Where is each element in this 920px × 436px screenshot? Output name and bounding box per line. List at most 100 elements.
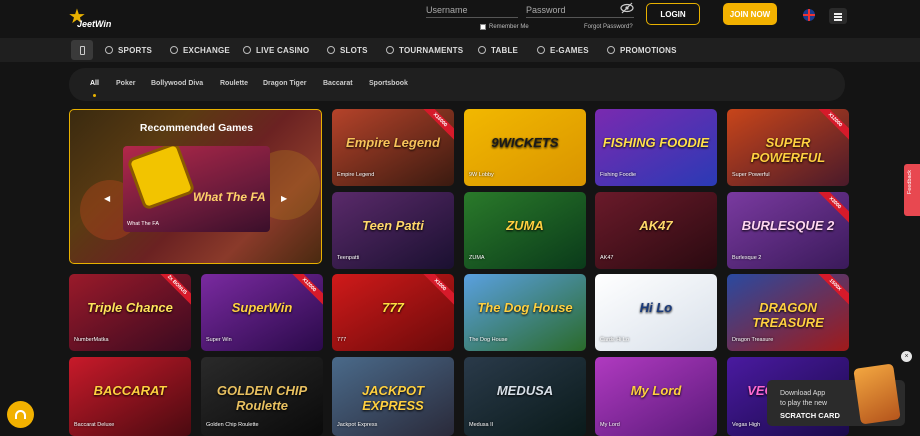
password-input[interactable] bbox=[526, 2, 634, 18]
badge-text: X12000 bbox=[815, 109, 849, 143]
game-label: The Dog House bbox=[469, 337, 508, 343]
nav-item-slots[interactable]: SLOTS bbox=[327, 43, 368, 57]
game-tile[interactable]: GOLDEN CHIP Roulette Golden Chip Roulette bbox=[201, 357, 323, 436]
game-tile[interactable]: JACKPOT EXPRESS Jackpot Express bbox=[332, 357, 454, 436]
remember-label: Remember Me bbox=[489, 24, 529, 30]
category-tab-all[interactable]: All bbox=[90, 80, 99, 87]
game-art-title: 9WICKETS bbox=[491, 135, 559, 150]
category-tab-poker[interactable]: Poker bbox=[116, 80, 135, 87]
category-tab-dragon-tiger[interactable]: Dragon Tiger bbox=[263, 80, 306, 87]
recommended-title: Recommended Games bbox=[139, 122, 254, 134]
gamepad-icon bbox=[537, 46, 545, 54]
game-tile[interactable]: The Dog House The Dog House bbox=[464, 274, 586, 351]
promo-line-1: Download App bbox=[780, 390, 826, 397]
game-label: Empire Legend bbox=[337, 172, 375, 178]
download-app-promo[interactable]: Download App to play the new SCRATCH CAR… bbox=[767, 363, 905, 426]
game-art-title: GOLDEN CHIP Roulette bbox=[216, 383, 308, 413]
game-art-title: Teen Patti bbox=[362, 218, 424, 233]
mobile-app-icon[interactable] bbox=[71, 40, 93, 60]
nav-item-exchange[interactable]: EXCHANGE bbox=[170, 43, 230, 57]
headset-support-icon[interactable] bbox=[7, 401, 34, 428]
game-art-title: What The FA bbox=[193, 190, 266, 204]
category-tab-roulette[interactable]: Roulette bbox=[220, 80, 248, 87]
eye-slash-icon[interactable] bbox=[620, 2, 634, 14]
badge-text: 2x BONUS bbox=[157, 274, 191, 308]
feedback-label: Feedback bbox=[907, 170, 913, 195]
game-label: Vegas High bbox=[732, 422, 761, 428]
top-bar: ★ JeetWin Remember Me Forgot Password? L… bbox=[0, 0, 920, 38]
game-tile[interactable]: 777 X1000 777 bbox=[332, 274, 454, 351]
close-icon[interactable]: × bbox=[901, 351, 912, 362]
gift-icon bbox=[607, 46, 615, 54]
brand-logo[interactable]: ★ JeetWin bbox=[68, 6, 111, 32]
remember-me[interactable]: Remember Me bbox=[480, 24, 529, 30]
game-tile[interactable]: Empire Legend X16000 Empire Legend bbox=[332, 109, 454, 186]
game-art-title: The Dog House bbox=[477, 300, 573, 315]
nav-item-label: EXCHANGE bbox=[183, 45, 230, 55]
table-icon bbox=[478, 46, 486, 54]
nav-item-label: TABLE bbox=[491, 45, 519, 55]
mahjong-tile-icon bbox=[130, 146, 192, 207]
game-tile[interactable]: SUPER POWERFUL X12000 Super Powerful bbox=[727, 109, 849, 186]
nav-item-sports[interactable]: SPORTS bbox=[105, 43, 152, 57]
feedback-tab[interactable]: Feedback bbox=[904, 164, 920, 216]
game-tile[interactable]: ZUMA ZUMA bbox=[464, 192, 586, 269]
game-tile[interactable]: Triple Chance 2x BONUS NumberMatka bbox=[69, 274, 191, 351]
game-label: ZUMA bbox=[469, 255, 485, 261]
game-label: Medusa II bbox=[469, 422, 494, 428]
badge-text: X16000 bbox=[420, 109, 454, 143]
game-art-title: Hi Lo bbox=[639, 300, 673, 315]
multiplier-badge: X12000 bbox=[815, 109, 849, 143]
multiplier-badge: X1000 bbox=[420, 274, 454, 308]
username-input[interactable] bbox=[426, 2, 518, 18]
nav-item-label: PROMOTIONS bbox=[620, 45, 677, 55]
game-tile[interactable]: Hi Lo Cards Hi Lo bbox=[595, 274, 717, 351]
category-tab-baccarat[interactable]: Baccarat bbox=[323, 80, 353, 87]
active-tab-indicator bbox=[93, 94, 96, 97]
login-button[interactable]: LOGIN bbox=[646, 3, 700, 25]
category-tab-sportsbook[interactable]: Sportsbook bbox=[369, 80, 408, 87]
join-now-button[interactable]: JOIN NOW bbox=[723, 3, 777, 25]
nav-item-table[interactable]: TABLE bbox=[478, 43, 518, 57]
nav-item-label: LIVE CASINO bbox=[256, 45, 310, 55]
game-art-title: My Lord bbox=[630, 383, 682, 398]
game-label: My Lord bbox=[600, 422, 620, 428]
nav-item-tournaments[interactable]: TOURNAMENTS bbox=[386, 43, 463, 57]
promo-line-2: to play the new bbox=[780, 400, 828, 407]
game-tile[interactable]: Teen Patti Teenpatti bbox=[332, 192, 454, 269]
game-art-title: ZUMA bbox=[506, 218, 544, 233]
game-tile[interactable]: My Lord My Lord bbox=[595, 357, 717, 436]
hamburger-menu-icon[interactable] bbox=[829, 8, 847, 24]
category-tab-bollywood-diva[interactable]: Bollywood Diva bbox=[151, 80, 203, 87]
brand-logo-text: JeetWin bbox=[77, 19, 112, 29]
game-art-title: BACCARAT bbox=[93, 383, 167, 398]
multiplier-badge: 2x BONUS bbox=[157, 274, 191, 308]
uk-flag-icon[interactable] bbox=[803, 9, 815, 21]
nav-item-live-casino[interactable]: LIVE CASINO bbox=[243, 43, 309, 57]
badge-text: X12000 bbox=[289, 274, 323, 308]
recommended-games-panel: Recommended Games What The FA What The F… bbox=[69, 109, 322, 264]
dealer-icon bbox=[243, 46, 251, 54]
carousel-prev-icon[interactable]: ◀ bbox=[104, 194, 110, 203]
game-tile[interactable]: 9WICKETS 9W Lobby bbox=[464, 109, 586, 186]
game-label: 777 bbox=[337, 337, 347, 343]
trophy-icon bbox=[386, 46, 394, 54]
promo-line-3: SCRATCH CARD bbox=[780, 411, 840, 420]
carousel-next-icon[interactable]: ▶ bbox=[281, 194, 287, 203]
main-nav: SPORTS EXCHANGE LIVE CASINO SLOTS TOURNA… bbox=[0, 38, 920, 62]
game-tile[interactable]: BACCARAT Baccarat Deluxe bbox=[69, 357, 191, 436]
game-label: NumberMatka bbox=[74, 337, 109, 343]
nav-item-promotions[interactable]: PROMOTIONS bbox=[607, 43, 677, 57]
forgot-password-link[interactable]: Forgot Password? bbox=[584, 24, 633, 30]
nav-item-e-games[interactable]: E-GAMES bbox=[537, 43, 589, 57]
game-tile[interactable]: BURLESQUE 2 X3000 Burlesque 2 bbox=[727, 192, 849, 269]
remember-checkbox[interactable] bbox=[480, 24, 486, 30]
game-tile[interactable]: MEDUSA Medusa II bbox=[464, 357, 586, 436]
recommended-game-card[interactable]: What The FA What The FA bbox=[123, 146, 270, 232]
game-tile[interactable]: AK47 AK47 bbox=[595, 192, 717, 269]
game-label: Fishing Foodie bbox=[600, 172, 637, 178]
game-tile[interactable]: SuperWin X12000 Super Win bbox=[201, 274, 323, 351]
nav-item-label: TOURNAMENTS bbox=[399, 45, 464, 55]
game-tile[interactable]: DRAGON TREASURE 1500X Dragon Treasure bbox=[727, 274, 849, 351]
game-tile[interactable]: FISHING FOODIE Fishing Foodie bbox=[595, 109, 717, 186]
